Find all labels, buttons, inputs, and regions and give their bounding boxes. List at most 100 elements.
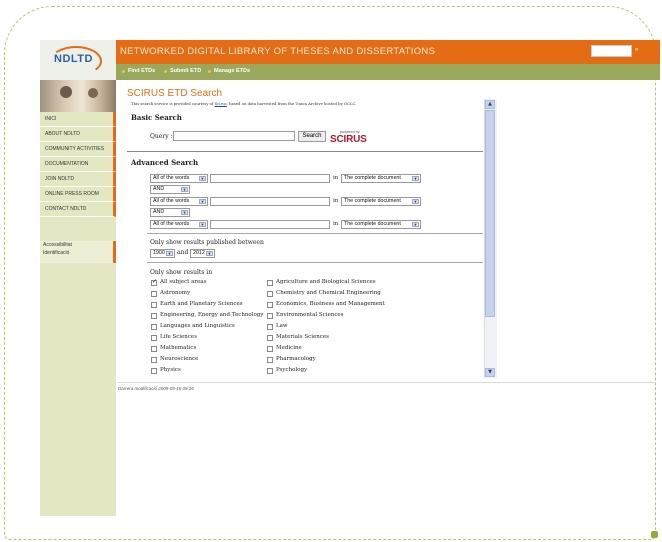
scroll-down-icon[interactable]: ▼ (485, 368, 495, 377)
courtesy-text: This search service is provided courtesy… (131, 101, 215, 106)
bullet-icon (122, 70, 125, 73)
sidebar-item-contact[interactable]: CONTACT NDLTD (40, 202, 116, 217)
subject-label: Physics (160, 367, 181, 373)
subject-checkbox[interactable] (267, 357, 273, 363)
year-and-label: and (177, 249, 189, 256)
divider (147, 262, 483, 263)
subjects-label: Only show results in (150, 269, 213, 276)
sidebar-extra: Accessibilitat Identificació (40, 241, 116, 263)
sidebar-item-documentation[interactable]: DOCUMENTATION (40, 157, 116, 172)
field-select[interactable]: The complete document ▼ (341, 197, 421, 206)
operator-select[interactable]: AND ▼ (150, 208, 190, 217)
footer-divider (118, 382, 656, 383)
chevron-down-icon[interactable]: ▼ (412, 176, 419, 181)
nav-find-etds[interactable]: Find ETDs (128, 68, 155, 74)
site-search-go-icon[interactable]: » (635, 47, 638, 53)
term-input[interactable] (210, 197, 330, 206)
subject-label: All subject areas (160, 279, 207, 285)
chevron-down-icon[interactable]: ▼ (206, 251, 213, 256)
match-select-value: All of the words (153, 175, 190, 181)
subject-checkbox[interactable] (267, 302, 273, 308)
basic-search-heading: Basic Search (131, 113, 182, 122)
nav-submit-etd[interactable]: Submit ETD (170, 68, 201, 74)
scrollbar-thumb[interactable] (485, 110, 495, 317)
subject-checkbox[interactable] (151, 324, 157, 330)
search-button[interactable]: Search (298, 131, 326, 142)
divider (127, 151, 483, 152)
subject-checkbox[interactable] (151, 291, 157, 297)
sidebar-item-about[interactable]: ABOUT NDLTD (40, 127, 116, 142)
subject-label: Pharmacology (276, 356, 316, 362)
subject-checkbox[interactable] (267, 335, 273, 341)
photo-person (88, 88, 98, 98)
subject-checkbox[interactable] (267, 291, 273, 297)
match-select[interactable]: All of the words ▼ (150, 174, 208, 183)
subject-checkbox[interactable] (151, 302, 157, 308)
chevron-down-icon[interactable]: ▼ (199, 199, 206, 204)
chevron-down-icon[interactable]: ▼ (412, 199, 419, 204)
subject-label: Materials Sciences (276, 334, 329, 340)
chevron-down-icon[interactable]: ▼ (199, 222, 206, 227)
subject-label: Agriculture and Biological Sciences (276, 279, 376, 285)
subject-checkbox[interactable] (151, 368, 157, 374)
subject-label: Neuroscience (160, 356, 199, 362)
subject-label: Environmental Sciences (276, 312, 344, 318)
term-input[interactable] (210, 174, 330, 183)
subject-checkbox[interactable] (151, 313, 157, 319)
match-select-value: All of the words (153, 221, 190, 227)
last-modified: Darrera modificació 2009-09-15 09:26 (118, 386, 194, 391)
field-select-value: The complete document (344, 198, 401, 204)
operator-select-value: AND (153, 209, 165, 215)
subject-checkbox[interactable] (267, 346, 273, 352)
nav-manage-etds[interactable]: Manage ETDs (214, 68, 250, 74)
resize-grip-icon[interactable] (651, 531, 658, 538)
chevron-down-icon[interactable]: ▼ (181, 187, 188, 192)
courtesy-text: , based on data harvested from the Union… (226, 101, 357, 106)
year-from-select[interactable]: 1900 ▼ (150, 249, 175, 258)
subject-label: Engineering, Energy and Technology (160, 312, 264, 318)
subject-label: Economics, Business and Management (276, 301, 385, 307)
in-label: in (333, 198, 339, 204)
subject-checkbox[interactable] (151, 335, 157, 341)
photo-person (60, 86, 72, 98)
term-input[interactable] (210, 220, 330, 229)
match-select-value: All of the words (153, 198, 190, 204)
sidebar-item-join[interactable]: JOIN NDLTD (40, 172, 116, 187)
field-select[interactable]: The complete document ▼ (341, 220, 421, 229)
subject-checkbox[interactable] (267, 313, 273, 319)
published-between-label: Only show results published between (150, 239, 264, 246)
scirus-logo: SCIRUS (330, 134, 367, 145)
sidebar-item-accessibility[interactable]: Accessibilitat (40, 241, 113, 249)
scirus-link[interactable]: Scirus (215, 101, 227, 106)
chevron-down-icon[interactable]: ▼ (199, 176, 206, 181)
subject-label: Mathematics (160, 345, 197, 351)
subject-label: Law (276, 323, 288, 329)
sidebar-item-community[interactable]: COMMUNITY ACTIVITIES (40, 142, 116, 157)
chevron-down-icon[interactable]: ▼ (166, 251, 173, 256)
subject-checkbox[interactable] (151, 357, 157, 363)
courtesy-note: This search service is provided courtesy… (131, 101, 356, 106)
subject-checkbox[interactable] (267, 368, 273, 374)
match-select[interactable]: All of the words ▼ (150, 197, 208, 206)
subject-checkbox[interactable] (151, 278, 157, 286)
site-search-input[interactable] (591, 45, 632, 57)
query-input[interactable] (173, 131, 295, 141)
field-select[interactable]: The complete document ▼ (341, 174, 421, 183)
sidebar-item-identification[interactable]: Identificació (40, 249, 113, 257)
subject-label: Psychology (276, 367, 308, 373)
query-label: Query : (150, 133, 173, 140)
subject-checkbox[interactable] (267, 280, 273, 286)
scroll-up-icon[interactable]: ▲ (485, 100, 495, 109)
subject-label: Earth and Planetary Sciences (160, 301, 243, 307)
operator-select-value: AND (153, 186, 165, 192)
logo-text: NDLTD (54, 53, 93, 65)
match-select[interactable]: All of the words ▼ (150, 220, 208, 229)
operator-select[interactable]: AND ▼ (150, 185, 190, 194)
subject-checkbox[interactable] (151, 346, 157, 352)
sidebar-item-press-room[interactable]: ONLINE PRESS ROOM (40, 187, 116, 202)
sidebar-item-inici[interactable]: INICI (40, 112, 116, 127)
subject-checkbox[interactable] (267, 324, 273, 330)
chevron-down-icon[interactable]: ▼ (412, 222, 419, 227)
chevron-down-icon[interactable]: ▼ (181, 210, 188, 215)
year-to-select[interactable]: 2012 ▼ (190, 249, 215, 258)
